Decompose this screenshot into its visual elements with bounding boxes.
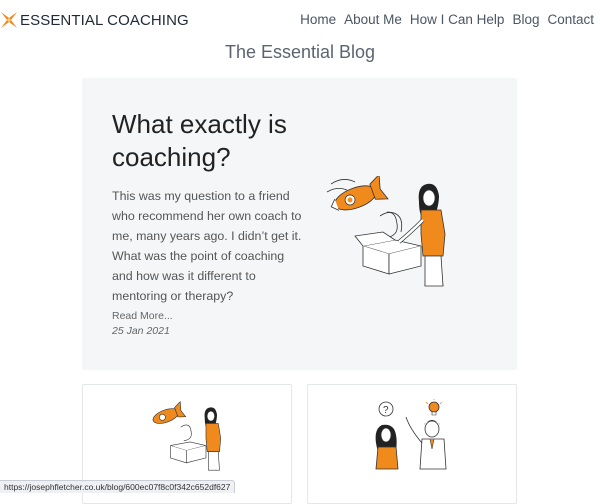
featured-post-title[interactable]: What exactly is coaching? xyxy=(112,108,322,174)
page-title: The Essential Blog xyxy=(224,42,376,62)
post-date: 25 Jan 2021 xyxy=(112,325,170,337)
svg-text:?: ? xyxy=(383,405,389,416)
featured-post-card[interactable]: What exactly is coaching? This was my qu… xyxy=(82,78,517,370)
featured-post-excerpt: This was my question to a friend who rec… xyxy=(112,189,302,303)
nav-link-how-i-can-help[interactable]: How I Can Help xyxy=(410,13,505,27)
nav-link-about-me[interactable]: About Me xyxy=(344,13,402,27)
read-more-link[interactable]: Read More... xyxy=(112,310,173,322)
woman-launching-rocket-from-box-illustration xyxy=(326,176,446,287)
blog-post-card[interactable]: ? xyxy=(307,384,517,504)
two-people-question-and-idea-illustration: ? xyxy=(375,399,447,470)
nav-link-blog[interactable]: Blog xyxy=(512,13,539,27)
brand-name: ESSENTIAL COACHING xyxy=(20,11,189,29)
main-menu: Home About Me How I Can Help Blog Contac… xyxy=(300,13,600,27)
brand-link[interactable]: ESSENTIAL COACHING xyxy=(0,0,189,40)
nav-link-contact[interactable]: Contact xyxy=(547,13,594,27)
top-navbar: ESSENTIAL COACHING Home About Me How I C… xyxy=(0,0,600,40)
link-preview-status-bar: https://josephfletcher.co.uk/blog/600ec0… xyxy=(0,480,236,493)
woman-launching-rocket-from-box-illustration xyxy=(152,401,222,471)
nav-link-home[interactable]: Home xyxy=(300,13,336,27)
x-star-logo-icon xyxy=(1,12,17,28)
